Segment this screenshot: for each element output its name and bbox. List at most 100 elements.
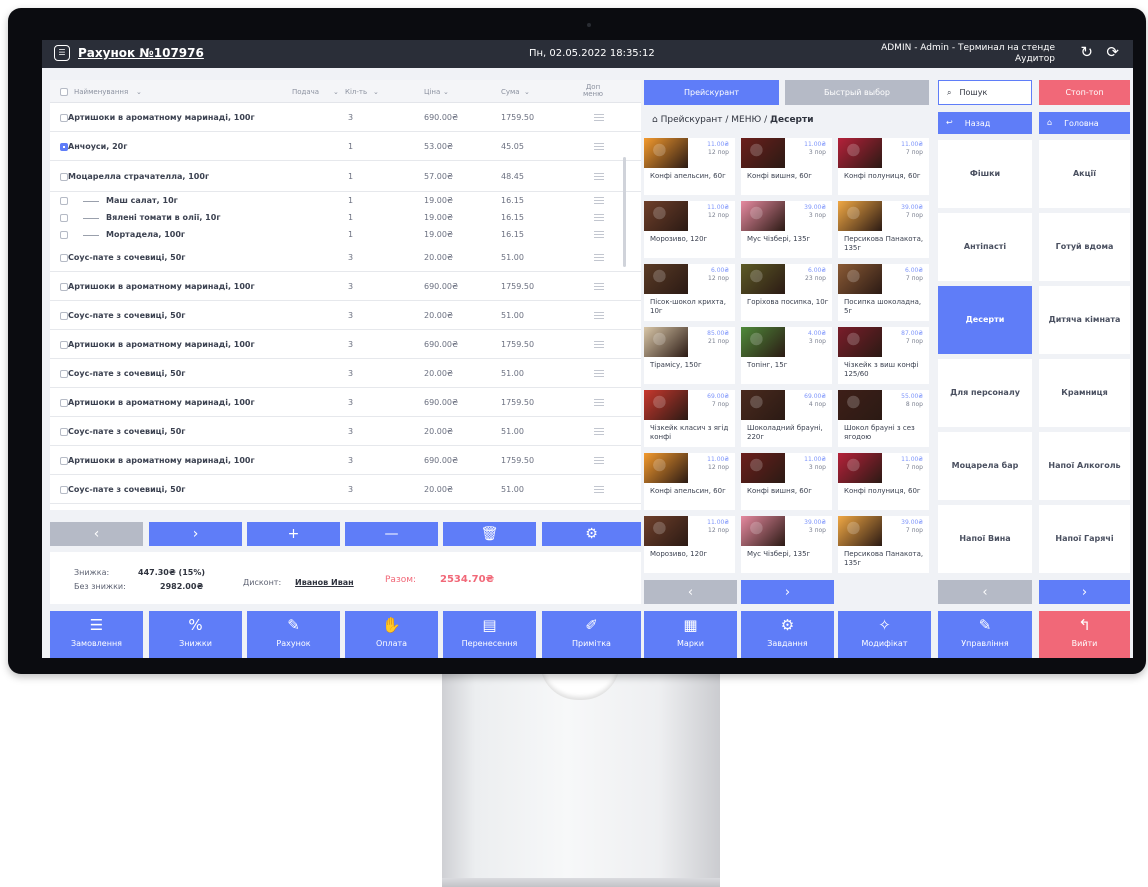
menu-item-card[interactable]: 11.00₴ 12 пор Морозиво, 120г: [644, 201, 735, 258]
row-menu-icon[interactable]: [594, 214, 604, 221]
row-menu-icon[interactable]: [594, 427, 604, 435]
menu-item-card[interactable]: 11.00₴ 12 пор Конфі апельсин, 60г: [644, 453, 735, 510]
menu-item-card[interactable]: 6.00₴ 23 пор Горіхова посипка, 10г: [741, 264, 832, 321]
row-checkbox[interactable]: [60, 231, 68, 239]
row-menu-icon[interactable]: [594, 398, 604, 406]
sort-chevron-icon[interactable]: ⌄: [333, 88, 339, 96]
action-transfer-button[interactable]: ▤ Перенесення: [443, 611, 536, 658]
row-checkbox[interactable]: [60, 398, 68, 407]
row-menu-icon[interactable]: [594, 231, 604, 238]
stop-list-button[interactable]: Стоп-топ: [1039, 80, 1130, 105]
category-tile[interactable]: Крамниця: [1039, 359, 1130, 427]
col-price[interactable]: Ціна: [424, 88, 440, 96]
search-button[interactable]: ⌕ Пошук: [938, 80, 1032, 105]
tab-quick-select[interactable]: Быстрый выбор: [785, 80, 929, 105]
table-row[interactable]: Артишоки в ароматному маринаді, 100г 3 690…: [50, 388, 641, 417]
table-row[interactable]: Моцарелла страчателла, 100г 1 57.00₴ 48.45: [50, 161, 641, 192]
category-tile[interactable]: Готуй вдома: [1039, 213, 1130, 281]
table-row[interactable]: Мортадела, 100г 1 19.00₴ 16.15: [50, 226, 641, 243]
menu-item-card[interactable]: 11.00₴ 7 пор Конфі полуниця, 60г: [838, 453, 929, 510]
menu-item-card[interactable]: 39.00₴ 3 пор Мус Чізбері, 135г: [741, 201, 832, 258]
menu-item-card[interactable]: 87.00₴ 7 пор Чізкейк з виш конфі 125/60: [838, 327, 929, 384]
action-payment-button[interactable]: ✋ Оплата: [345, 611, 438, 658]
table-row[interactable]: Артишоки в ароматному маринаді, 100г 3 690…: [50, 272, 641, 301]
table-row[interactable]: Вялені томати в олії, 10г 1 19.00₴ 16.15: [50, 209, 641, 226]
row-menu-icon[interactable]: [594, 253, 604, 261]
menu-item-card[interactable]: 11.00₴ 3 пор Конфі вишня, 60г: [741, 453, 832, 510]
row-checkbox[interactable]: [60, 113, 68, 122]
row-checkbox[interactable]: [60, 456, 68, 465]
action-task-button[interactable]: ⚙ Завдання: [741, 611, 834, 658]
action-invoice-button[interactable]: ✎ Рахунок: [247, 611, 340, 658]
menu-next-button[interactable]: ›: [741, 580, 834, 604]
action-note-button[interactable]: ✐ Примітка: [542, 611, 641, 658]
action-exit-button[interactable]: ↰ Вийти: [1039, 611, 1130, 658]
category-tile[interactable]: Дитяча кімната: [1039, 286, 1130, 354]
crumb-root[interactable]: Прейскурант: [661, 115, 723, 125]
row-menu-icon[interactable]: [594, 369, 604, 377]
table-scrollbar[interactable]: [623, 157, 626, 267]
action-wrench-button[interactable]: ✎ Управління: [938, 611, 1032, 658]
action-modifier-button[interactable]: ✧ Модифікат: [838, 611, 931, 658]
row-checkbox[interactable]: [60, 427, 68, 436]
row-menu-icon[interactable]: [594, 340, 604, 348]
home-icon[interactable]: ⌂: [652, 116, 658, 125]
col-name[interactable]: Найменування: [74, 88, 128, 96]
table-row[interactable]: Соус-пате з сочевиці, 50г 3 20.00₴ 51.00: [50, 475, 641, 504]
menu-item-card[interactable]: 4.00₴ 3 пор Топінг, 15г: [741, 327, 832, 384]
invoice-title[interactable]: Рахунок №107976: [78, 46, 204, 60]
menu-item-card[interactable]: 39.00₴ 7 пор Персикова Панакота, 135г: [838, 201, 929, 258]
sync-icon[interactable]: ↻: [1080, 45, 1093, 60]
table-row[interactable]: Артишоки в ароматному маринаді, 100г 3 690…: [50, 446, 641, 475]
home-button[interactable]: ⌂ Головна: [1039, 112, 1130, 134]
category-tile[interactable]: Фішки: [938, 140, 1032, 208]
menu-item-card[interactable]: 11.00₴ 7 пор Конфі полуниця, 60г: [838, 138, 929, 195]
row-checkbox[interactable]: [60, 311, 68, 320]
toolbar-prev-button[interactable]: ‹: [50, 522, 143, 546]
menu-item-card[interactable]: 39.00₴ 3 пор Мус Чізбері, 135г: [741, 516, 832, 573]
row-menu-icon[interactable]: [594, 456, 604, 464]
menu-item-card[interactable]: 11.00₴ 12 пор Конфі апельсин, 60г: [644, 138, 735, 195]
category-tile[interactable]: Напої Гарячі: [1039, 505, 1130, 573]
sort-chevron-icon[interactable]: ⌄: [136, 88, 142, 96]
sort-chevron-icon[interactable]: ⌄: [524, 88, 530, 96]
row-checkbox[interactable]: [60, 172, 68, 181]
toolbar-next-button[interactable]: ›: [149, 522, 242, 546]
row-checkbox[interactable]: [60, 142, 68, 151]
row-menu-icon[interactable]: [594, 197, 604, 204]
category-tile[interactable]: Антіпасті: [938, 213, 1032, 281]
table-row[interactable]: Маш салат, 10г 1 19.00₴ 16.15: [50, 192, 641, 209]
col-qty[interactable]: Кіл-ть: [345, 88, 367, 96]
table-row[interactable]: Соус-пате з сочевиці, 50г 3 20.00₴ 51.00: [50, 243, 641, 272]
table-row[interactable]: Соус-пате з сочевиці, 50г 3 20.00₴ 51.00: [50, 359, 641, 388]
menu-item-card[interactable]: 85.00₴ 21 пор Тірамісу, 150г: [644, 327, 735, 384]
sort-chevron-icon[interactable]: ⌄: [443, 88, 449, 96]
table-row[interactable]: Анчоуси, 20г 1 53.00₴ 45.05: [50, 132, 641, 161]
row-checkbox[interactable]: [60, 214, 68, 222]
category-tile[interactable]: Десерти: [938, 286, 1032, 354]
invoice-title-group[interactable]: ☰ Рахунок №107976: [54, 45, 204, 61]
row-checkbox[interactable]: [60, 369, 68, 378]
row-menu-icon[interactable]: [594, 113, 604, 121]
table-row[interactable]: Соус-пате з сочевиці, 50г 3 20.00₴ 51.00: [50, 417, 641, 446]
action-marks-button[interactable]: ▦ Марки: [644, 611, 737, 658]
category-tile[interactable]: Акції: [1039, 140, 1130, 208]
category-tile[interactable]: Моцарела бар: [938, 432, 1032, 500]
refresh-icon[interactable]: ⟳: [1106, 45, 1119, 60]
col-serve[interactable]: Подача: [292, 88, 319, 96]
category-prev-button[interactable]: ‹: [938, 580, 1032, 604]
col-sum[interactable]: Сума: [501, 88, 520, 96]
menu-item-card[interactable]: 69.00₴ 7 пор Чізкейк класич з ягід конфі: [644, 390, 735, 447]
row-menu-icon[interactable]: [594, 172, 604, 180]
menu-item-card[interactable]: 6.00₴ 7 пор Посипка шоколадна, 5г: [838, 264, 929, 321]
menu-item-card[interactable]: 11.00₴ 3 пор Конфі вишня, 60г: [741, 138, 832, 195]
row-menu-icon[interactable]: [594, 311, 604, 319]
table-row[interactable]: Артишоки в ароматному маринаді, 100г 3 690…: [50, 103, 641, 132]
discount-card-value[interactable]: Иванов Иван: [295, 578, 354, 587]
menu-item-card[interactable]: 39.00₴ 7 пор Персикова Панакота, 135г: [838, 516, 929, 573]
toolbar-add-button[interactable]: +: [247, 522, 340, 546]
select-all-checkbox[interactable]: [60, 88, 68, 96]
toolbar-delete-button[interactable]: 🗑: [443, 522, 536, 546]
toolbar-remove-button[interactable]: —: [345, 522, 438, 546]
row-checkbox[interactable]: [60, 197, 68, 205]
